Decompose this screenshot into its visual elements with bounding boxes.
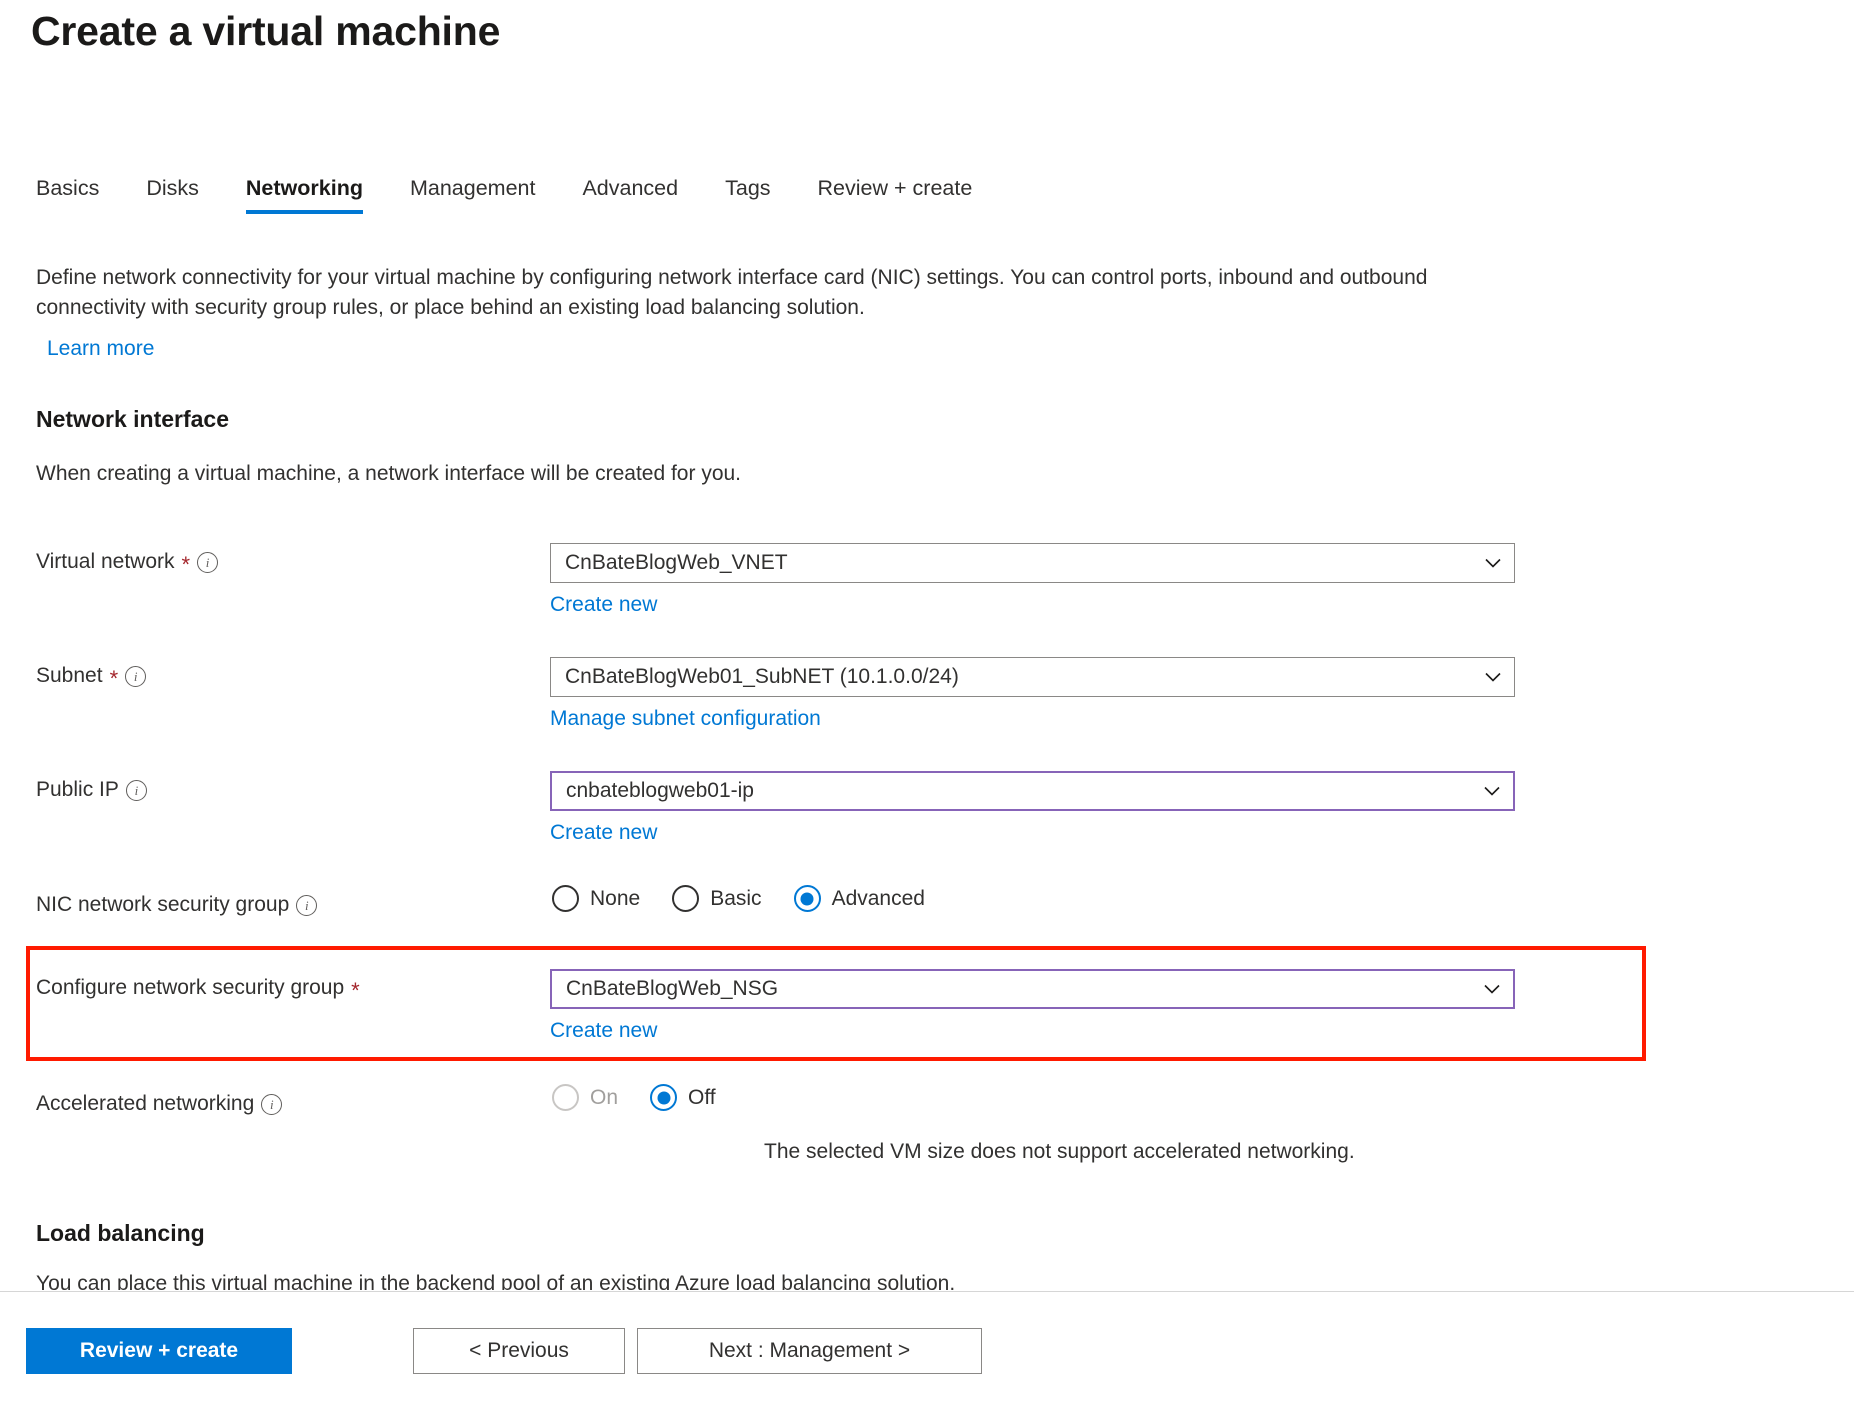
virtual-network-create-new-link[interactable]: Create new xyxy=(550,593,657,617)
subnet-dropdown[interactable]: CnBateBlogWeb01_SubNET (10.1.0.0/24) xyxy=(550,657,1515,697)
info-icon[interactable]: i xyxy=(296,894,318,916)
accelerated-networking-helper-text: The selected VM size does not support ac… xyxy=(764,1140,1355,1163)
accelerated-networking-option-off[interactable]: Off xyxy=(650,1084,716,1111)
configure-nsg-create-new-link[interactable]: Create new xyxy=(550,1019,657,1043)
accelerated-networking-option-on-label: On xyxy=(590,1085,619,1109)
nic-nsg-option-advanced[interactable]: Advanced xyxy=(793,885,925,912)
required-asterisk: * xyxy=(109,666,119,691)
chevron-down-icon xyxy=(1481,978,1503,1000)
info-icon[interactable]: i xyxy=(125,665,147,687)
subnet-label-text: Subnet xyxy=(36,664,103,687)
accelerated-networking-label-text: Accelerated networking xyxy=(36,1092,255,1115)
info-icon[interactable]: i xyxy=(197,551,219,573)
virtual-network-value: CnBateBlogWeb_VNET xyxy=(565,551,788,574)
create-vm-page: Create a virtual machine Basics Disks Ne… xyxy=(0,0,1854,1401)
page-title: Create a virtual machine xyxy=(31,8,501,54)
tab-tags[interactable]: Tags xyxy=(725,177,795,214)
review-create-button[interactable]: Review + create xyxy=(26,1328,292,1374)
tab-bar: Basics Disks Networking Management Advan… xyxy=(36,177,998,214)
radio-icon xyxy=(672,885,700,912)
load-balancing-subtext: You can place this virtual machine in th… xyxy=(36,1272,956,1290)
public-ip-label: Public IP i xyxy=(36,778,147,802)
configure-nsg-value: CnBateBlogWeb_NSG xyxy=(566,977,779,1000)
load-balancing-heading: Load balancing xyxy=(36,1220,205,1246)
network-interface-heading: Network interface xyxy=(36,406,230,432)
info-icon[interactable]: i xyxy=(125,779,147,801)
radio-icon-disabled xyxy=(552,1084,579,1111)
tab-networking[interactable]: Networking xyxy=(245,177,388,214)
chevron-down-icon xyxy=(1482,666,1504,688)
nic-nsg-option-advanced-label: Advanced xyxy=(831,886,925,910)
nic-nsg-label: NIC network security group i xyxy=(36,893,318,917)
nic-nsg-option-none-label: None xyxy=(590,886,641,910)
required-asterisk: * xyxy=(181,552,191,577)
nic-nsg-option-none[interactable]: None xyxy=(552,885,640,912)
subnet-value: CnBateBlogWeb01_SubNET (10.1.0.0/24) xyxy=(565,665,959,688)
public-ip-dropdown[interactable]: cnbateblogweb01-ip xyxy=(550,771,1515,811)
accelerated-networking-option-on: On xyxy=(552,1084,618,1111)
info-icon[interactable]: i xyxy=(261,1093,283,1115)
manage-subnet-configuration-link[interactable]: Manage subnet configuration xyxy=(550,707,821,731)
next-management-button[interactable]: Next : Management > xyxy=(637,1328,982,1374)
tab-review-create[interactable]: Review + create xyxy=(818,177,998,214)
nic-nsg-option-basic-label: Basic xyxy=(710,886,762,910)
configure-nsg-label: Configure network security group * xyxy=(36,976,360,1003)
tab-disks[interactable]: Disks xyxy=(146,177,224,214)
public-ip-value: cnbateblogweb01-ip xyxy=(566,779,754,802)
radio-icon xyxy=(552,885,579,912)
tab-basics[interactable]: Basics xyxy=(36,177,124,214)
learn-more-link[interactable]: Learn more xyxy=(47,337,154,361)
public-ip-create-new-link[interactable]: Create new xyxy=(550,821,657,845)
accelerated-networking-label: Accelerated networking i xyxy=(36,1092,283,1116)
chevron-down-icon xyxy=(1482,552,1504,574)
virtual-network-label: Virtual network * i xyxy=(36,550,219,577)
public-ip-label-text: Public IP xyxy=(36,778,119,801)
intro-paragraph: Define network connectivity for your vir… xyxy=(36,266,1428,320)
subnet-label: Subnet * i xyxy=(36,664,147,691)
accelerated-networking-option-off-label: Off xyxy=(688,1085,716,1109)
network-interface-subtext: When creating a virtual machine, a netwo… xyxy=(36,462,742,485)
required-asterisk: * xyxy=(351,978,360,1003)
previous-button[interactable]: < Previous xyxy=(413,1328,625,1374)
chevron-down-icon xyxy=(1481,780,1503,802)
virtual-network-dropdown[interactable]: CnBateBlogWeb_VNET xyxy=(550,543,1515,583)
configure-nsg-label-text: Configure network security group xyxy=(36,976,345,999)
nic-nsg-radio-group: None Basic Advanced xyxy=(552,885,925,912)
virtual-network-label-text: Virtual network xyxy=(36,550,175,573)
nic-nsg-label-text: NIC network security group xyxy=(36,893,290,916)
footer-divider xyxy=(0,1291,1854,1292)
tab-advanced[interactable]: Advanced xyxy=(582,177,703,214)
radio-icon-selected xyxy=(650,1084,678,1111)
configure-nsg-dropdown[interactable]: CnBateBlogWeb_NSG xyxy=(550,969,1515,1009)
radio-icon-selected xyxy=(793,885,821,912)
tab-management[interactable]: Management xyxy=(410,177,561,214)
accelerated-networking-radio-group: On Off xyxy=(552,1084,716,1111)
nic-nsg-option-basic[interactable]: Basic xyxy=(672,885,762,912)
